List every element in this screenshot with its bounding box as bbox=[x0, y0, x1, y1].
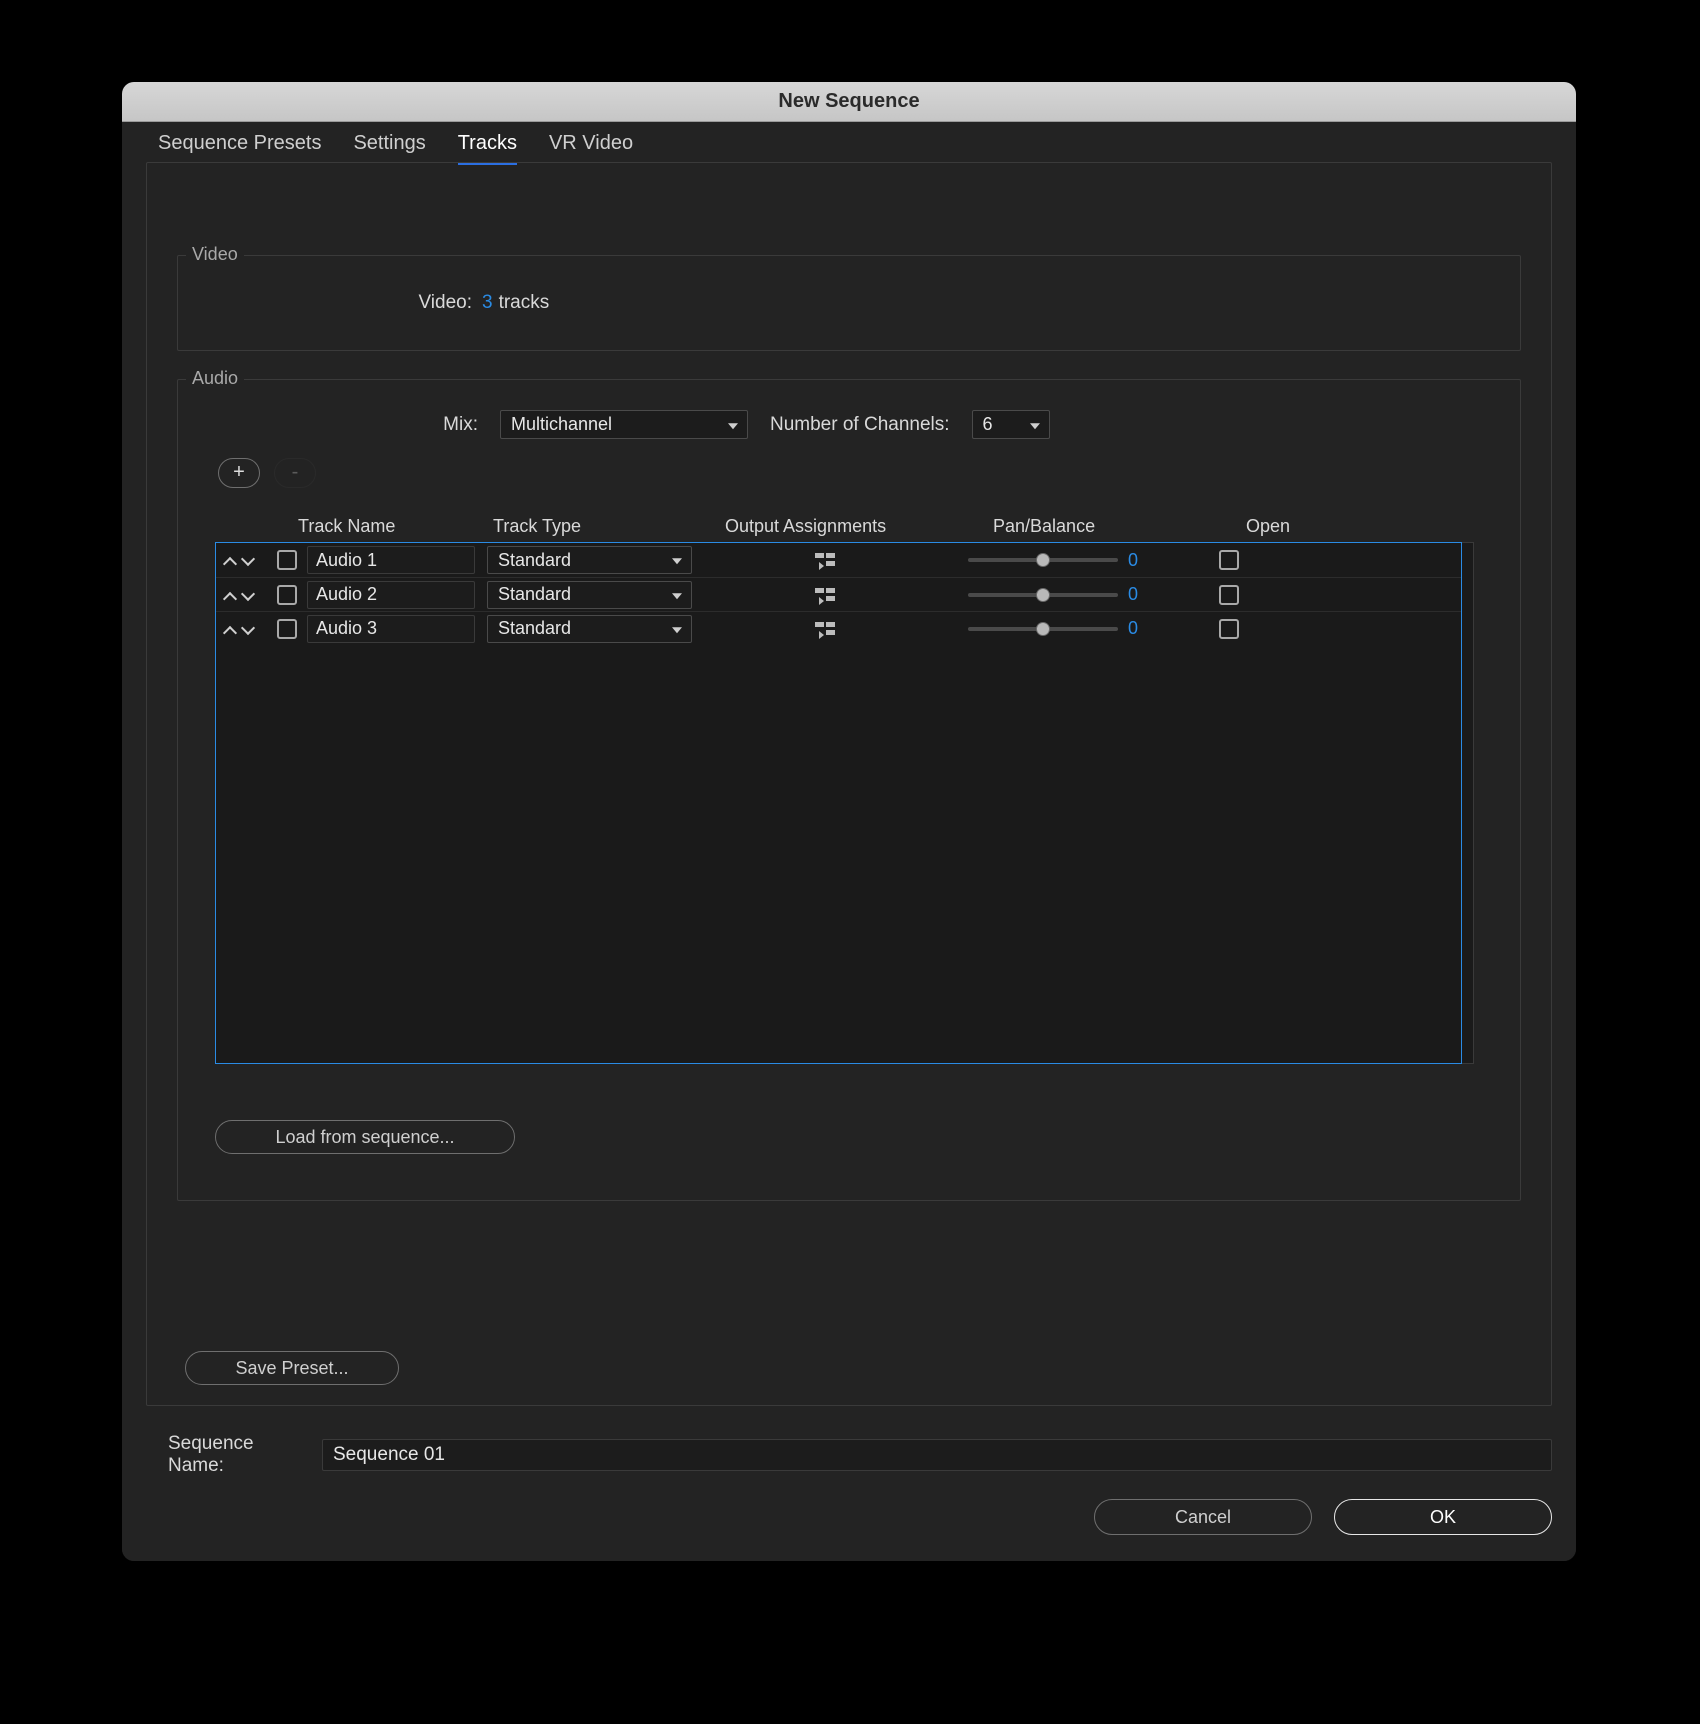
new-sequence-dialog: New Sequence Sequence Presets Settings T… bbox=[122, 82, 1576, 1561]
track-name-input[interactable] bbox=[307, 546, 475, 574]
th-track-type: Track Type bbox=[493, 516, 673, 537]
pan-value[interactable]: 0 bbox=[1128, 584, 1152, 605]
channels-select[interactable]: 6 bbox=[972, 410, 1050, 439]
th-track-name: Track Name bbox=[298, 516, 478, 537]
video-tracks-label: Video: bbox=[178, 292, 478, 314]
open-checkbox[interactable] bbox=[1219, 585, 1239, 605]
add-track-button[interactable]: + bbox=[218, 458, 260, 488]
load-from-sequence-button[interactable]: Load from sequence... bbox=[215, 1120, 515, 1154]
output-assignment-icon[interactable] bbox=[815, 586, 835, 604]
move-down-icon[interactable] bbox=[240, 587, 256, 603]
pan-slider-thumb[interactable] bbox=[1036, 553, 1050, 567]
mix-select[interactable]: Multichannel bbox=[500, 410, 748, 439]
open-checkbox[interactable] bbox=[1219, 550, 1239, 570]
window-title: New Sequence bbox=[778, 90, 919, 113]
th-pan-balance: Pan/Balance bbox=[993, 516, 1173, 537]
audio-legend: Audio bbox=[186, 368, 244, 389]
open-checkbox[interactable] bbox=[1219, 619, 1239, 639]
track-row[interactable]: Standard 0 bbox=[216, 577, 1461, 611]
channels-label: Number of Channels: bbox=[770, 414, 950, 436]
track-sync-checkbox[interactable] bbox=[277, 585, 297, 605]
dialog-content: Sequence Presets Settings Tracks VR Vide… bbox=[122, 122, 1576, 1561]
pan-slider-thumb[interactable] bbox=[1036, 588, 1050, 602]
add-remove-buttons: + - bbox=[218, 458, 316, 488]
sequence-name-label: Sequence Name: bbox=[146, 1433, 310, 1477]
track-row[interactable]: Standard 0 bbox=[216, 611, 1461, 645]
tab-presets[interactable]: Sequence Presets bbox=[158, 132, 321, 165]
move-up-icon[interactable] bbox=[222, 621, 238, 637]
track-type-value: Standard bbox=[498, 618, 571, 639]
move-down-icon[interactable] bbox=[240, 621, 256, 637]
video-tracks-row: Video: 3 tracks bbox=[178, 292, 1520, 314]
th-open: Open bbox=[1246, 516, 1326, 537]
video-group: Video Video: 3 tracks bbox=[177, 255, 1521, 351]
tabs: Sequence Presets Settings Tracks VR Vide… bbox=[122, 122, 1576, 165]
sequence-name-input[interactable] bbox=[322, 1439, 1552, 1471]
tab-tracks[interactable]: Tracks bbox=[458, 132, 517, 165]
track-name-input[interactable] bbox=[307, 581, 475, 609]
titlebar: New Sequence bbox=[122, 82, 1576, 122]
track-type-select[interactable]: Standard bbox=[487, 546, 692, 574]
move-up-icon[interactable] bbox=[222, 587, 238, 603]
move-down-icon[interactable] bbox=[240, 552, 256, 568]
tab-vr-video[interactable]: VR Video bbox=[549, 132, 633, 165]
video-tracks-count[interactable]: 3 bbox=[478, 292, 493, 314]
th-output-assignments: Output Assignments bbox=[725, 516, 945, 537]
video-legend: Video bbox=[186, 244, 244, 265]
mix-select-value: Multichannel bbox=[511, 414, 612, 435]
track-type-value: Standard bbox=[498, 550, 571, 571]
audio-tracks-table[interactable]: Standard 0 Standard 0 Standard 0 bbox=[215, 542, 1462, 1064]
save-preset-button[interactable]: Save Preset... bbox=[185, 1351, 399, 1385]
pan-value[interactable]: 0 bbox=[1128, 550, 1152, 571]
cancel-button[interactable]: Cancel bbox=[1094, 1499, 1312, 1535]
track-type-select[interactable]: Standard bbox=[487, 581, 692, 609]
pan-slider[interactable] bbox=[968, 627, 1118, 631]
track-sync-checkbox[interactable] bbox=[277, 619, 297, 639]
table-scrollbar[interactable] bbox=[1462, 542, 1474, 1064]
mix-label: Mix: bbox=[178, 414, 478, 436]
track-name-input[interactable] bbox=[307, 615, 475, 643]
tab-settings[interactable]: Settings bbox=[353, 132, 425, 165]
sequence-name-row: Sequence Name: bbox=[146, 1433, 1552, 1477]
channels-select-value: 6 bbox=[983, 414, 993, 435]
track-row[interactable]: Standard 0 bbox=[216, 543, 1461, 577]
remove-track-button: - bbox=[274, 458, 316, 488]
ok-button[interactable]: OK bbox=[1334, 1499, 1552, 1535]
pan-slider-thumb[interactable] bbox=[1036, 622, 1050, 636]
output-assignment-icon[interactable] bbox=[815, 551, 835, 569]
pan-value[interactable]: 0 bbox=[1128, 618, 1152, 639]
track-type-select[interactable]: Standard bbox=[487, 615, 692, 643]
track-type-value: Standard bbox=[498, 584, 571, 605]
move-up-icon[interactable] bbox=[222, 552, 238, 568]
output-assignment-icon[interactable] bbox=[815, 620, 835, 638]
tracks-panel: Video Video: 3 tracks Audio Mix: Multich… bbox=[146, 162, 1552, 1406]
dialog-footer: Cancel OK bbox=[1094, 1499, 1552, 1535]
pan-slider[interactable] bbox=[968, 558, 1118, 562]
pan-slider[interactable] bbox=[968, 593, 1118, 597]
audio-table-header: Track Name Track Type Output Assignments… bbox=[223, 512, 1475, 544]
track-sync-checkbox[interactable] bbox=[277, 550, 297, 570]
audio-group: Audio Mix: Multichannel Number of Channe… bbox=[177, 379, 1521, 1201]
video-tracks-suffix: tracks bbox=[493, 292, 550, 314]
audio-top-row: Mix: Multichannel Number of Channels: 6 bbox=[178, 410, 1520, 439]
